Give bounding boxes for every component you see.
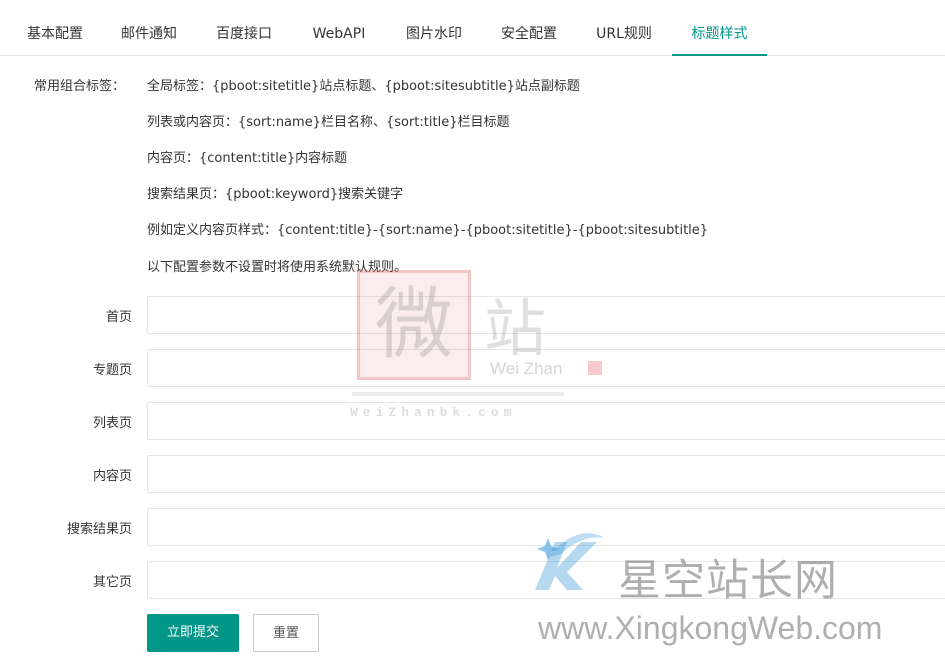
- home-title-input[interactable]: [147, 296, 945, 334]
- weizhan-divider: [352, 392, 564, 396]
- topic-title-input[interactable]: [147, 349, 945, 387]
- tags-line-content: 内容页：{content:title}内容标题: [147, 151, 348, 166]
- list-title-input[interactable]: [147, 402, 945, 440]
- field-label-search: 搜索结果页: [66, 522, 132, 537]
- tab-baidu-api[interactable]: 百度接口: [203, 0, 285, 55]
- tags-line-list: 列表或内容页：{sort:name}栏目名称、{sort:title}栏目标题: [147, 115, 510, 130]
- field-label-home: 首页: [105, 310, 132, 325]
- tags-line-search: 搜索结果页：{pboot:keyword}搜索关键字: [147, 187, 404, 202]
- tab-security-config[interactable]: 安全配置: [488, 0, 570, 55]
- tab-email-notify[interactable]: 邮件通知: [108, 0, 190, 55]
- search-title-input[interactable]: [147, 508, 945, 546]
- tab-url-rules[interactable]: URL规则: [583, 0, 665, 55]
- tags-section-label: 常用组合标签：: [34, 79, 126, 94]
- content-title-input[interactable]: [147, 455, 945, 493]
- tab-webapi[interactable]: WebAPI: [298, 0, 380, 55]
- xingkong-watermark-url: www.XingkongWeb.com: [538, 610, 883, 646]
- submit-button[interactable]: 立即提交: [147, 614, 239, 652]
- other-title-input[interactable]: [147, 561, 945, 599]
- field-label-other: 其它页: [92, 575, 132, 590]
- tags-line-example: 例如定义内容页样式：{content:title}-{sort:name}-{p…: [147, 223, 709, 238]
- settings-tabs: 基本配置 邮件通知 百度接口 WebAPI 图片水印 安全配置 URL规则 标题…: [0, 0, 945, 56]
- tags-line-global: 全局标签：{pboot:sitetitle}站点标题、{pboot:sitesu…: [147, 79, 580, 94]
- field-label-content: 内容页: [92, 469, 132, 484]
- reset-button[interactable]: 重置: [253, 614, 319, 652]
- tab-image-watermark[interactable]: 图片水印: [393, 0, 475, 55]
- field-label-topic: 专题页: [92, 363, 132, 378]
- tab-title-style[interactable]: 标题样式: [672, 0, 767, 56]
- field-label-list: 列表页: [92, 416, 132, 431]
- tab-basic-config[interactable]: 基本配置: [14, 0, 96, 55]
- tags-line-default-note: 以下配置参数不设置时将使用系统默认规则。: [147, 260, 408, 275]
